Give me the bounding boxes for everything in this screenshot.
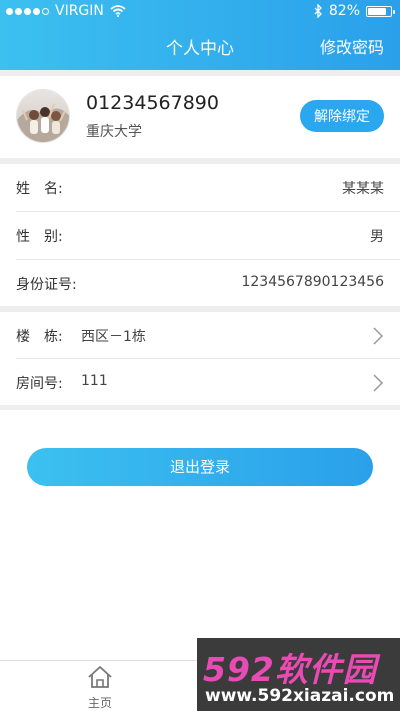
building-value: 西区－1栋 xyxy=(81,329,146,345)
gender-value: 男 xyxy=(370,229,384,245)
room-value: 111 xyxy=(81,373,108,389)
chevron-right-icon xyxy=(373,327,384,345)
phone-number: 01234567890 xyxy=(86,92,219,114)
tab-home[interactable]: 主页 xyxy=(80,665,120,711)
status-bar: VIRGIN 82% xyxy=(0,0,400,22)
section-gap xyxy=(0,405,400,410)
wifi-icon xyxy=(110,5,126,17)
chevron-right-icon xyxy=(373,374,384,392)
id-number-label: 身份证号: xyxy=(16,277,77,293)
home-icon xyxy=(88,666,112,688)
gender-row: 性 别: 男 xyxy=(0,212,400,259)
carrier-info: VIRGIN xyxy=(6,0,126,22)
battery-icon xyxy=(366,5,395,17)
header: VIRGIN 82% 个人中心 修改密码 xyxy=(0,0,400,70)
id-number-row: 身份证号: 1234567890123456 xyxy=(0,260,400,307)
bluetooth-icon xyxy=(314,4,322,18)
building-row[interactable]: 楼 栋: 西区－1栋 xyxy=(0,312,400,359)
unbind-button[interactable]: 解除绑定 xyxy=(300,100,384,132)
gender-label: 性 别: xyxy=(16,229,63,245)
room-label: 房间号: xyxy=(16,376,63,392)
watermark: 592软件园 www.592xiazai.com xyxy=(197,638,400,711)
name-value: 某某某 xyxy=(342,181,384,197)
watermark-url: www.592xiazai.com xyxy=(205,686,395,706)
name-label: 姓 名: xyxy=(16,181,63,197)
logout-button[interactable]: 退出登录 xyxy=(27,448,373,486)
change-password-button[interactable]: 修改密码 xyxy=(320,34,384,58)
status-right: 82% xyxy=(314,0,395,22)
nav-bar: 个人中心 修改密码 xyxy=(0,24,400,68)
signal-strength-icon xyxy=(6,7,49,15)
building-label: 楼 栋: xyxy=(16,329,63,345)
school-name: 重庆大学 xyxy=(86,124,142,140)
tab-home-label: 主页 xyxy=(87,696,112,710)
carrier-name: VIRGIN xyxy=(55,3,104,19)
id-number-value: 1234567890123456 xyxy=(241,274,384,290)
room-row[interactable]: 房间号: 111 xyxy=(0,359,400,406)
watermark-logo: 592软件园 xyxy=(203,650,377,689)
profile-card: 01234567890 重庆大学 解除绑定 xyxy=(0,76,400,158)
battery-percentage: 82% xyxy=(328,3,360,19)
avatar-image xyxy=(17,90,69,142)
name-row: 姓 名: 某某某 xyxy=(0,164,400,211)
avatar[interactable] xyxy=(16,89,70,143)
